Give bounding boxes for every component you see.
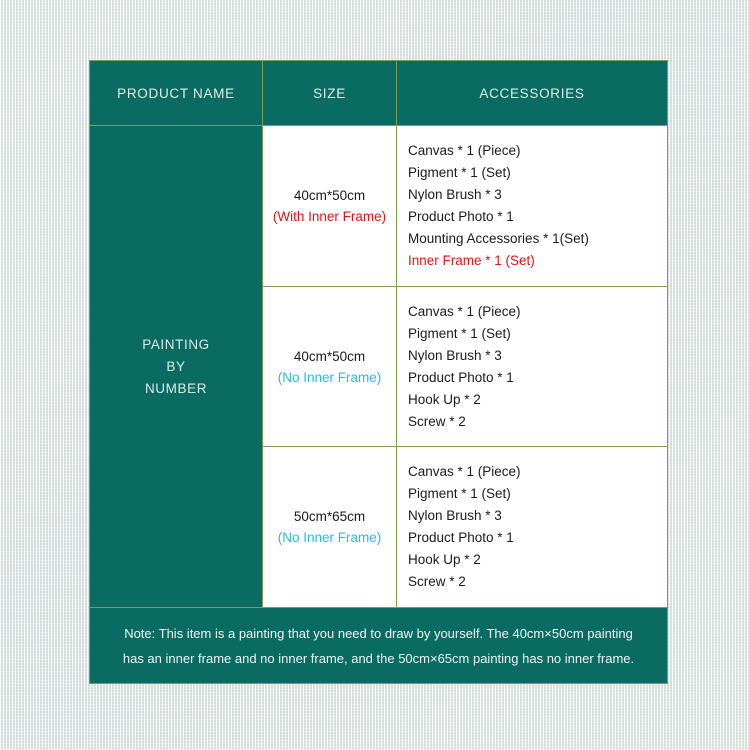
size-cell: 40cm*50cm (With Inner Frame) — [263, 126, 397, 286]
variant-rows: 40cm*50cm (With Inner Frame) Canvas * 1 … — [263, 126, 667, 608]
accessory-item: Product Photo * 1 — [408, 530, 514, 546]
accessories-cell: Canvas * 1 (Piece) Pigment * 1 (Set) Nyl… — [397, 126, 667, 286]
accessories-cell: Canvas * 1 (Piece) Pigment * 1 (Set) Nyl… — [397, 447, 667, 608]
accessory-item: Pigment * 1 (Set) — [408, 486, 511, 502]
size-value: 40cm*50cm — [293, 348, 366, 364]
accessory-item: Canvas * 1 (Piece) — [408, 142, 521, 158]
size-frame-note: (No Inner Frame) — [277, 530, 382, 546]
accessory-item: Screw * 2 — [408, 413, 466, 429]
size-cell: 40cm*50cm (No Inner Frame) — [263, 286, 397, 447]
table-body: PAINTING BY NUMBER 40cm*50cm (With Inner… — [90, 125, 667, 608]
product-name-line: PAINTING — [142, 336, 210, 352]
accessory-item: Nylon Brush * 3 — [408, 186, 502, 202]
accessory-item: Canvas * 1 (Piece) — [408, 464, 521, 480]
table-header-row: PRODUCT NAME SIZE ACCESSORIES — [90, 61, 667, 125]
accessory-item: Hook Up * 2 — [408, 552, 481, 568]
accessory-item: Product Photo * 1 — [408, 208, 514, 224]
note-line: has an inner frame and no inner frame, a… — [122, 650, 635, 666]
size-value: 50cm*65cm — [293, 509, 366, 525]
accessory-item: Mounting Accessories * 1(Set) — [408, 230, 589, 246]
note-line: Note: This item is a painting that you n… — [124, 625, 633, 641]
accessory-item: Hook Up * 2 — [408, 391, 481, 407]
accessory-item: Screw * 2 — [408, 574, 466, 590]
accessory-item: Nylon Brush * 3 — [408, 347, 502, 363]
table-row: 40cm*50cm (No Inner Frame) Canvas * 1 (P… — [263, 285, 667, 447]
note-text: Note: This item is a painting that you n… — [123, 621, 634, 671]
size-frame-note: (With Inner Frame) — [272, 208, 387, 224]
header-cell-size: SIZE — [263, 61, 397, 125]
size-frame-note: (No Inner Frame) — [277, 369, 382, 385]
accessories-cell: Canvas * 1 (Piece) Pigment * 1 (Set) Nyl… — [397, 286, 667, 447]
product-name-cell: PAINTING BY NUMBER — [90, 126, 263, 607]
accessory-item: Canvas * 1 (Piece) — [408, 303, 521, 319]
table-row: 50cm*65cm (No Inner Frame) Canvas * 1 (P… — [263, 446, 667, 608]
header-cell-accessories: ACCESSORIES — [479, 85, 585, 101]
product-specification-table: PRODUCT NAME SIZE ACCESSORIES PAINTING B… — [89, 60, 668, 684]
accessory-item-inner-frame: Inner Frame * 1 (Set) — [408, 252, 535, 268]
table-grid: PRODUCT NAME SIZE ACCESSORIES PAINTING B… — [90, 61, 667, 608]
product-name-line: BY — [166, 358, 186, 374]
header-cell-product-name: PRODUCT NAME — [90, 61, 263, 125]
accessory-item: Pigment * 1 (Set) — [408, 325, 511, 341]
accessory-item: Product Photo * 1 — [408, 369, 514, 385]
accessory-item: Nylon Brush * 3 — [408, 508, 502, 524]
size-value: 40cm*50cm — [293, 187, 366, 203]
table-row: 40cm*50cm (With Inner Frame) Canvas * 1 … — [263, 126, 667, 286]
product-name-line: NUMBER — [144, 380, 208, 396]
accessory-item: Pigment * 1 (Set) — [408, 164, 511, 180]
note-section: Note: This item is a painting that you n… — [90, 607, 667, 683]
size-cell: 50cm*65cm (No Inner Frame) — [263, 447, 397, 608]
product-name-text: PAINTING BY NUMBER — [142, 334, 210, 400]
